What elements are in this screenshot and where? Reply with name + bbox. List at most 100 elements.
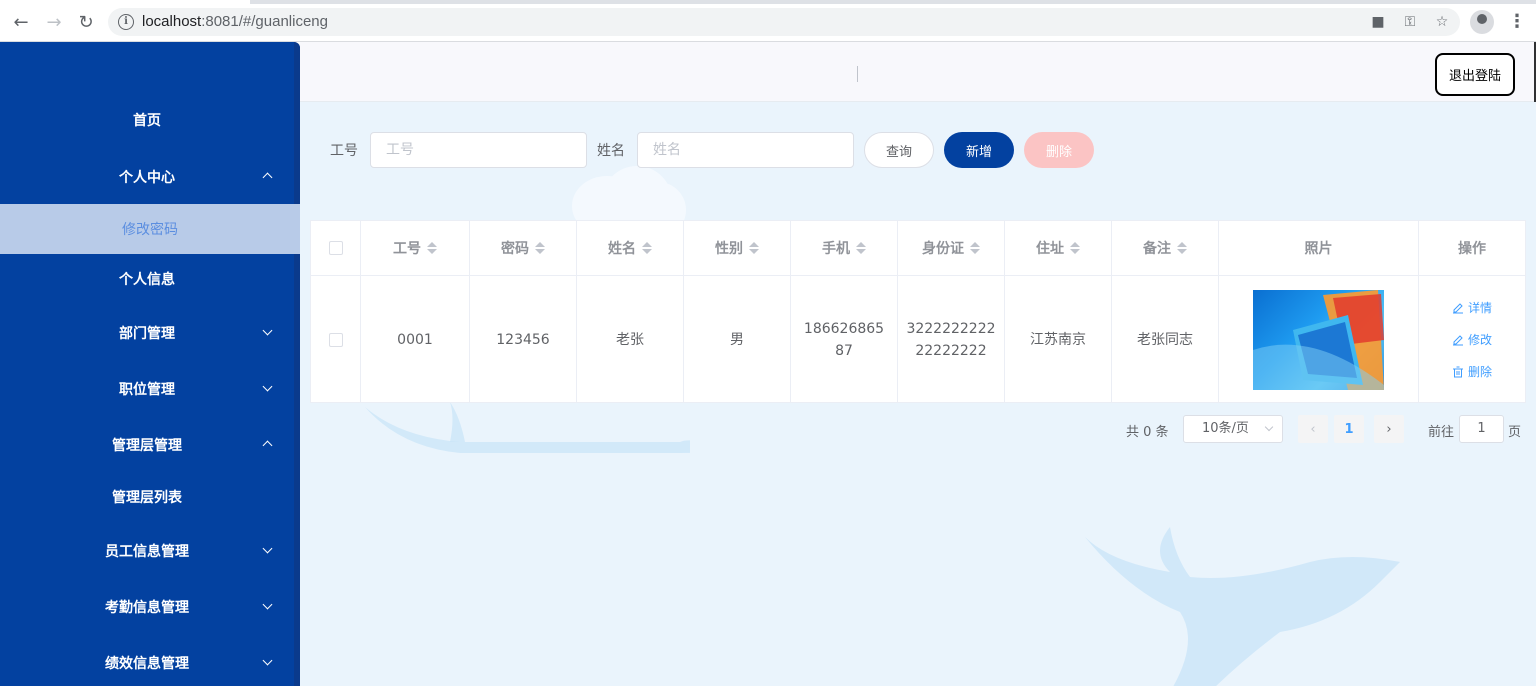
sort-icon[interactable] [1177, 241, 1187, 255]
sidebar-item-personal-info[interactable]: 个人信息 [0, 254, 294, 304]
delete-label: 删除 [1467, 364, 1492, 379]
sort-icon[interactable] [642, 241, 652, 255]
camera-icon[interactable]: ■ [1370, 14, 1386, 30]
name-field[interactable] [637, 132, 854, 168]
column-header[interactable]: 住址 [1005, 221, 1112, 276]
sidebar-item-label: 职位管理 [119, 382, 175, 398]
select-all-cell [311, 221, 361, 276]
chevron-left-icon: ‹ [1310, 421, 1316, 437]
goto-label: 前往 [1428, 425, 1455, 440]
sidebar-item-label: 个人信息 [119, 272, 175, 288]
logout-button[interactable]: 退出登陆 [1435, 53, 1515, 96]
column-header[interactable]: 工号 [361, 221, 470, 276]
edit-link[interactable]: 修改 [1452, 329, 1492, 351]
sidebar-item-employee[interactable]: 员工信息管理 [0, 526, 294, 576]
sidebar-item-label: 考勤信息管理 [105, 600, 189, 616]
sidebar-item-management[interactable]: 管理层管理 [0, 420, 294, 470]
page-number[interactable]: 1 [1334, 415, 1364, 443]
table-cell: 0001 [361, 276, 470, 403]
column-header[interactable]: 密码 [470, 221, 577, 276]
chevron-down-icon [262, 326, 274, 338]
sidebar-item-label: 首页 [133, 113, 161, 129]
sidebar-item-home[interactable]: 首页 [0, 95, 294, 145]
chevron-down-icon [262, 600, 274, 612]
sidebar-item-label: 员工信息管理 [105, 544, 189, 560]
star-icon[interactable]: ☆ [1434, 14, 1450, 30]
edit-icon [1452, 302, 1463, 313]
sidebar-item-management-list[interactable]: 管理层列表 [0, 472, 294, 522]
column-header: 操作 [1419, 221, 1525, 276]
sidebar-item-change-password[interactable]: 修改密码 [0, 204, 300, 254]
browser-toolbar: ← → ↻ i localhost:8081/#/guanliceng ■ ⚿ … [0, 0, 1536, 42]
table-cell: 123456 [470, 276, 577, 403]
windows-wallpaper-image [1253, 289, 1384, 390]
page-size-select[interactable]: 10条/页 [1183, 415, 1283, 443]
sort-icon[interactable] [749, 241, 759, 255]
column-header-label: 性别 [715, 241, 743, 257]
name-label: 姓名 [597, 143, 625, 159]
prev-page-button[interactable]: ‹ [1298, 415, 1328, 443]
column-header-label: 备注 [1143, 241, 1171, 257]
column-header-label: 身份证 [922, 241, 964, 257]
column-header[interactable]: 备注 [1112, 221, 1219, 276]
chevron-down-icon [262, 382, 274, 394]
browser-menu-icon[interactable]: ⋮ [1508, 12, 1526, 32]
sidebar-item-performance[interactable]: 绩效信息管理 [0, 638, 294, 686]
row-checkbox[interactable] [328, 332, 343, 347]
sidebar: 首页 个人中心 修改密码 个人信息 部门管理 职位管理 管理层管理 管理层列表 … [0, 42, 300, 686]
sidebar-item-label: 管理层列表 [112, 490, 182, 506]
column-header[interactable]: 身份证 [898, 221, 1005, 276]
goto-page-input[interactable]: 1 [1459, 415, 1504, 443]
column-header: 照片 [1219, 221, 1419, 276]
delete-link[interactable]: 删除 [1452, 361, 1492, 383]
sidebar-item-personal-center[interactable]: 个人中心 [0, 152, 294, 202]
detail-label: 详情 [1467, 300, 1492, 315]
active-tab[interactable] [0, 0, 250, 4]
sort-icon[interactable] [856, 241, 866, 255]
select-all-checkbox[interactable] [328, 241, 343, 255]
sidebar-item-label: 管理层管理 [112, 438, 182, 454]
sort-icon[interactable] [535, 241, 545, 255]
profile-avatar-icon[interactable] [1470, 10, 1494, 34]
table-cell: 322222222222222222 [898, 276, 1005, 403]
row-select-cell [311, 276, 361, 403]
page-suffix-label: 页 [1508, 425, 1522, 440]
sort-icon[interactable] [970, 241, 980, 255]
employee-id-field[interactable] [370, 132, 587, 168]
sidebar-item-label: 部门管理 [119, 326, 175, 342]
whale-decoration [1085, 527, 1400, 686]
sidebar-item-position[interactable]: 职位管理 [0, 364, 294, 414]
name-input[interactable] [638, 133, 853, 167]
next-page-button[interactable]: › [1374, 415, 1404, 443]
site-info-icon[interactable]: i [118, 14, 134, 30]
url-path: :8081/#/guanliceng [201, 13, 328, 30]
detail-link[interactable]: 详情 [1452, 297, 1492, 319]
column-header[interactable]: 姓名 [577, 221, 684, 276]
sort-icon[interactable] [1070, 241, 1080, 255]
sidebar-item-department[interactable]: 部门管理 [0, 308, 294, 358]
employee-id-input[interactable] [371, 133, 586, 167]
sidebar-item-label: 修改密码 [122, 222, 178, 238]
table-cell: 18662686587 [791, 276, 898, 403]
forward-icon[interactable]: → [43, 11, 65, 33]
column-header[interactable]: 性别 [684, 221, 791, 276]
back-icon[interactable]: ← [10, 11, 32, 33]
key-icon[interactable]: ⚿ [1402, 14, 1418, 30]
sort-icon[interactable] [427, 241, 437, 255]
column-header-label: 住址 [1036, 241, 1064, 257]
chevron-down-icon [1264, 422, 1274, 432]
sidebar-item-attendance[interactable]: 考勤信息管理 [0, 582, 294, 632]
trash-icon [1452, 366, 1463, 377]
employee-photo[interactable] [1253, 289, 1384, 390]
column-header-label: 操作 [1458, 241, 1486, 257]
batch-delete-button[interactable]: 删除 [1024, 132, 1094, 168]
main-content: 退出登陆 工号 姓名 查询 新增 删除 工号 密码 姓名 性别 手机 身份证 住… [300, 42, 1536, 686]
reload-icon[interactable]: ↻ [75, 11, 97, 33]
query-button[interactable]: 查询 [864, 132, 934, 168]
add-button[interactable]: 新增 [944, 132, 1014, 168]
address-bar[interactable]: i localhost:8081/#/guanliceng ■ ⚿ ☆ [108, 8, 1460, 36]
photo-cell [1219, 276, 1419, 403]
column-header[interactable]: 手机 [791, 221, 898, 276]
chevron-down-icon [262, 544, 274, 556]
edit-icon [1452, 334, 1463, 345]
